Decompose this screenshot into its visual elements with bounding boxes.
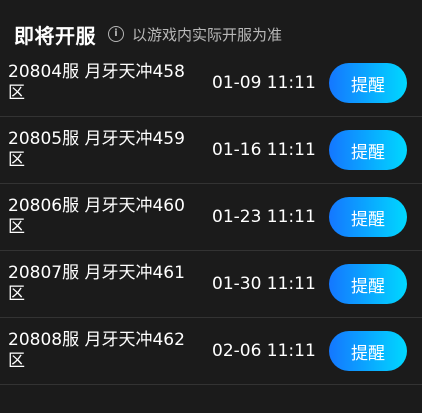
server-row: 20808服 月牙天冲462区 02-06 11:11 提醒 — [0, 318, 422, 385]
server-name: 20807服 月牙天冲461区 — [8, 263, 185, 304]
server-open-time: 01-09 11:11 — [212, 73, 316, 93]
server-open-time: 01-30 11:11 — [212, 274, 316, 294]
server-name: 20808服 月牙天冲462区 — [8, 330, 185, 371]
remind-button[interactable]: 提醒 — [329, 197, 407, 237]
server-name: 20804服 月牙天冲458区 — [8, 62, 185, 103]
section-header: 即将开服 i 以游戏内实际开服为准 — [14, 18, 412, 50]
server-open-time: 02-06 11:11 — [212, 341, 316, 361]
remind-button[interactable]: 提醒 — [329, 264, 407, 304]
server-open-time: 01-23 11:11 — [212, 207, 316, 227]
server-name: 20806服 月牙天冲460区 — [8, 196, 185, 237]
server-list: 20804服 月牙天冲458区 01-09 11:11 提醒 20805服 月牙… — [0, 50, 422, 385]
server-row: 20805服 月牙天冲459区 01-16 11:11 提醒 — [0, 117, 422, 184]
section-title: 即将开服 — [14, 23, 96, 48]
info-icon[interactable]: i — [108, 26, 124, 42]
section-note: 以游戏内实际开服为准 — [132, 25, 283, 44]
server-row: 20807服 月牙天冲461区 01-30 11:11 提醒 — [0, 251, 422, 318]
server-row: 20806服 月牙天冲460区 01-23 11:11 提醒 — [0, 184, 422, 251]
server-row: 20804服 月牙天冲458区 01-09 11:11 提醒 — [0, 50, 422, 117]
server-name: 20805服 月牙天冲459区 — [8, 129, 185, 170]
remind-button[interactable]: 提醒 — [329, 130, 407, 170]
remind-button[interactable]: 提醒 — [329, 63, 407, 103]
remind-button[interactable]: 提醒 — [329, 331, 407, 371]
server-open-time: 01-16 11:11 — [212, 140, 316, 160]
